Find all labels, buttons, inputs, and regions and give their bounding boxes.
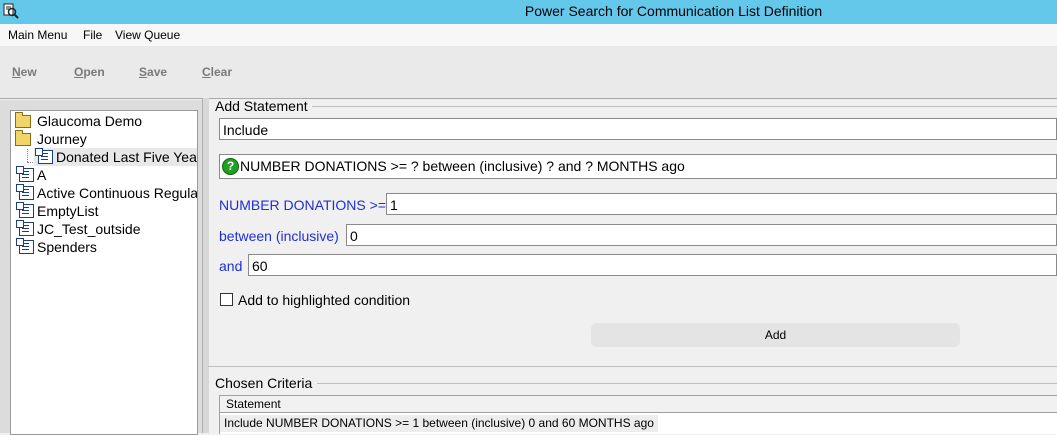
param-label-between: between (inclusive): [219, 228, 339, 244]
list-icon: [16, 238, 34, 254]
table-row[interactable]: Include NUMBER DONATIONS >= 1 between (i…: [220, 415, 658, 432]
tree-item-label: Donated Last Five Yea: [56, 149, 197, 165]
tree-item-label: JC_Test_outside: [37, 221, 141, 237]
tree-guide-line: [27, 149, 28, 162]
list-icon: [16, 166, 34, 182]
help-question-icon: ?: [222, 158, 239, 175]
add-button[interactable]: Add: [591, 323, 960, 347]
add-statement-title: Add Statement: [215, 98, 308, 114]
window-title: Power Search for Communication List Defi…: [524, 3, 823, 19]
list-icon: [16, 184, 34, 200]
criteria-table[interactable]: Statement Include NUMBER DONATIONS >= 1 …: [219, 395, 1057, 434]
and-input[interactable]: 60: [248, 254, 1057, 276]
clear-button[interactable]: Clear: [202, 65, 232, 79]
list-tree[interactable]: Glaucoma Demo Journey Donated Last Five …: [10, 110, 198, 435]
list-icon: [16, 220, 34, 236]
save-button[interactable]: Save: [139, 65, 167, 79]
condition-field[interactable]: ? NUMBER DONATIONS >= ? between (inclusi…: [219, 154, 1057, 179]
tree-item-label: Active Continuous Regula: [37, 185, 198, 201]
chosen-criteria-title: Chosen Criteria: [215, 375, 313, 391]
menu-view-queue[interactable]: View Queue: [115, 28, 180, 42]
add-to-highlighted-checkbox[interactable]: [220, 293, 233, 306]
number-donations-input[interactable]: 1: [386, 193, 1057, 215]
condition-text: NUMBER DONATIONS >= ? between (inclusive…: [240, 158, 685, 174]
include-select[interactable]: Include: [219, 118, 1057, 140]
tree-item-label: EmptyList: [37, 203, 99, 219]
tree-item-label: Journey: [37, 131, 87, 147]
menu-file[interactable]: File: [83, 28, 102, 42]
tree-item-label: Glaucoma Demo: [37, 113, 143, 129]
tree-item-label: Spenders: [37, 239, 97, 255]
group-divider: [208, 366, 1057, 367]
between-input[interactable]: 0: [346, 224, 1057, 246]
list-icon: [35, 148, 53, 164]
param-label-number-donations: NUMBER DONATIONS >=: [219, 197, 386, 213]
folder-icon: [15, 112, 31, 128]
tree-item-donated-last-five-years[interactable]: Donated Last Five Yea: [34, 148, 197, 166]
open-button[interactable]: Open: [74, 65, 105, 79]
group-divider: [317, 383, 1057, 384]
toolbar: New Open Save Clear: [0, 46, 1057, 99]
list-icon: [16, 202, 34, 218]
param-label-and: and: [219, 258, 243, 274]
panel-splitter[interactable]: [202, 98, 209, 433]
title-bar[interactable]: Power Search for Communication List Defi…: [0, 0, 1057, 24]
folder-icon: [15, 130, 31, 146]
menu-main-menu[interactable]: Main Menu: [8, 28, 67, 42]
column-header-statement[interactable]: Statement: [220, 396, 1057, 413]
group-divider: [312, 106, 1057, 107]
new-button[interactable]: New: [12, 65, 37, 79]
add-button-label: Add: [764, 328, 787, 342]
menu-bar: Main Menu File View Queue: [0, 24, 1057, 46]
tree-item-label: A: [37, 167, 47, 183]
checkbox-label: Add to highlighted condition: [238, 292, 411, 308]
